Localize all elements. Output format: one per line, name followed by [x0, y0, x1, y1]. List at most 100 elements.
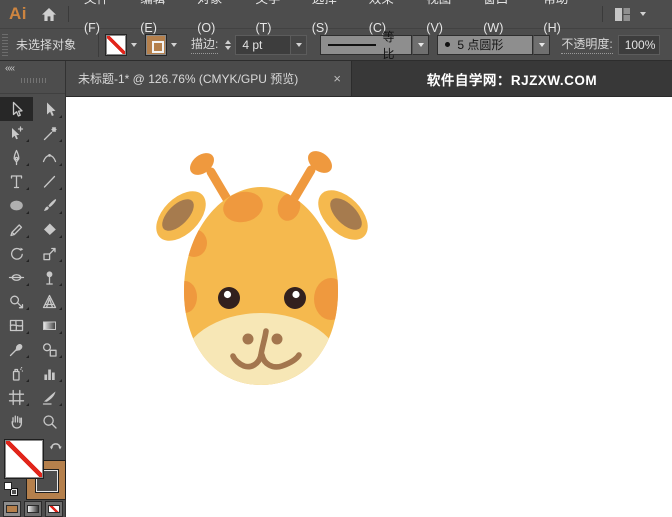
width-profile-field[interactable]: 等比: [320, 35, 412, 55]
app-logo: Ai: [9, 4, 27, 24]
selection-icon: [8, 101, 25, 118]
fill-color-swatch[interactable]: [105, 34, 127, 56]
direct-selection-icon: [41, 101, 58, 118]
tools-panel: ««: [0, 61, 66, 517]
fill-chevron-icon[interactable]: [131, 43, 137, 47]
watermark-text: 软件自学网：RJZXW.COM: [352, 61, 672, 96]
pencil-tool[interactable]: [0, 217, 33, 241]
curvature-tool[interactable]: [33, 145, 66, 169]
pen-tool[interactable]: [0, 145, 33, 169]
stroke-chevron-icon[interactable]: [171, 43, 177, 47]
column-graph-tool[interactable]: [33, 361, 66, 385]
menubar-divider-right: [602, 6, 603, 22]
opacity-label[interactable]: 不透明度:: [561, 35, 612, 54]
scale-icon: [41, 245, 58, 262]
symbol-sprayer-icon: [8, 365, 25, 382]
stroke-weight-stepper[interactable]: [225, 40, 231, 50]
color-button[interactable]: [3, 501, 21, 517]
none-button[interactable]: [45, 501, 63, 517]
rotate-tool[interactable]: [0, 241, 33, 265]
ellipse-tool[interactable]: [0, 193, 33, 217]
tools-panel-grip[interactable]: [21, 78, 46, 83]
direct-selection-tool[interactable]: [33, 97, 66, 121]
perspective-grid-icon: [41, 293, 58, 310]
menu-bar: Ai 文件(F) 编辑(E) 对象(O) 文字(T) 选择(S) 效果(C) 视…: [0, 0, 672, 29]
width-icon: [8, 269, 25, 286]
column-graph-icon: [41, 365, 58, 382]
stepper-down-icon[interactable]: [225, 46, 231, 50]
slice-tool[interactable]: [33, 385, 66, 409]
brush-definition-field[interactable]: 5 点圆形: [437, 35, 533, 55]
zoom-icon: [41, 413, 58, 430]
slice-icon: [41, 389, 58, 406]
chevron-down-icon[interactable]: [640, 12, 646, 16]
group-selection-icon: [8, 125, 25, 142]
eraser-tool[interactable]: [33, 217, 66, 241]
stroke-profile-line-icon: [328, 44, 375, 46]
stroke-weight-field[interactable]: 4 pt: [235, 35, 291, 55]
shape-builder-tool[interactable]: [0, 289, 33, 313]
control-bar-grip[interactable]: [2, 34, 8, 56]
home-button[interactable]: [40, 6, 58, 23]
brush-value: 5 点圆形: [457, 36, 503, 53]
eyedropper-tool[interactable]: [0, 337, 33, 361]
paintbrush-tool[interactable]: [33, 193, 66, 217]
scale-tool[interactable]: [33, 241, 66, 265]
magic-wand-tool[interactable]: [33, 121, 66, 145]
gradient-button[interactable]: [24, 501, 42, 517]
hand-tool[interactable]: [0, 409, 33, 433]
paintbrush-icon: [41, 197, 58, 214]
home-icon: [40, 6, 58, 23]
rotate-icon: [8, 245, 25, 262]
width-tool[interactable]: [0, 265, 33, 289]
workspace-switcher-button[interactable]: [615, 8, 631, 21]
workspace-switcher-icon: [615, 8, 631, 21]
puppet-warp-icon: [41, 269, 58, 286]
type-tool[interactable]: [0, 169, 33, 193]
type-icon: [8, 173, 25, 190]
opacity-field[interactable]: 100%: [618, 35, 660, 55]
mesh-icon: [8, 317, 25, 334]
line-segment-tool[interactable]: [33, 169, 66, 193]
giraffe-muzzle: [180, 313, 342, 425]
blend-tool[interactable]: [33, 337, 66, 361]
stroke-weight-dropdown[interactable]: [291, 35, 307, 55]
tools-panel-header: ««: [0, 61, 65, 94]
width-profile-dropdown[interactable]: [412, 35, 429, 55]
hand-icon: [8, 413, 25, 430]
swap-fill-stroke-icon[interactable]: [49, 439, 63, 451]
tab-close-button[interactable]: ×: [325, 71, 341, 86]
pencil-icon: [8, 221, 25, 238]
pen-icon: [8, 149, 25, 166]
mesh-tool[interactable]: [0, 313, 33, 337]
brush-dropdown[interactable]: [533, 35, 550, 55]
blend-icon: [41, 341, 58, 358]
gradient-icon: [41, 317, 58, 334]
stepper-up-icon[interactable]: [225, 40, 231, 44]
perspective-grid-tool[interactable]: [33, 289, 66, 313]
stroke-color-swatch[interactable]: [145, 34, 167, 56]
artboard-tool[interactable]: [0, 385, 33, 409]
selection-status: 未选择对象: [16, 36, 92, 53]
shape-builder-icon: [8, 293, 25, 310]
line-segment-icon: [41, 173, 58, 190]
document-tab[interactable]: 未标题-1* @ 126.76% (CMYK/GPU 预览) ×: [66, 61, 352, 96]
default-fill-stroke-icon[interactable]: [4, 482, 18, 496]
symbol-sprayer-tool[interactable]: [0, 361, 33, 385]
menubar-divider: [68, 6, 69, 22]
ellipse-icon: [8, 197, 25, 214]
magic-wand-icon: [41, 125, 58, 142]
width-profile-value: 等比: [383, 28, 405, 62]
brush-dot-icon: [445, 42, 450, 47]
document-tab-title: 未标题-1* @ 126.76% (CMYK/GPU 预览): [78, 70, 298, 87]
selection-tool[interactable]: [0, 97, 33, 121]
fill-swatch[interactable]: [4, 439, 44, 479]
stroke-weight-label[interactable]: 描边:: [191, 35, 218, 54]
artboard-canvas[interactable]: [66, 96, 672, 517]
collapse-panel-icon[interactable]: ««: [5, 63, 14, 74]
zoom-tool[interactable]: [33, 409, 66, 433]
gradient-tool[interactable]: [33, 313, 66, 337]
group-selection-tool[interactable]: [0, 121, 33, 145]
fill-type-buttons: [3, 501, 63, 517]
puppet-warp-tool[interactable]: [33, 265, 66, 289]
